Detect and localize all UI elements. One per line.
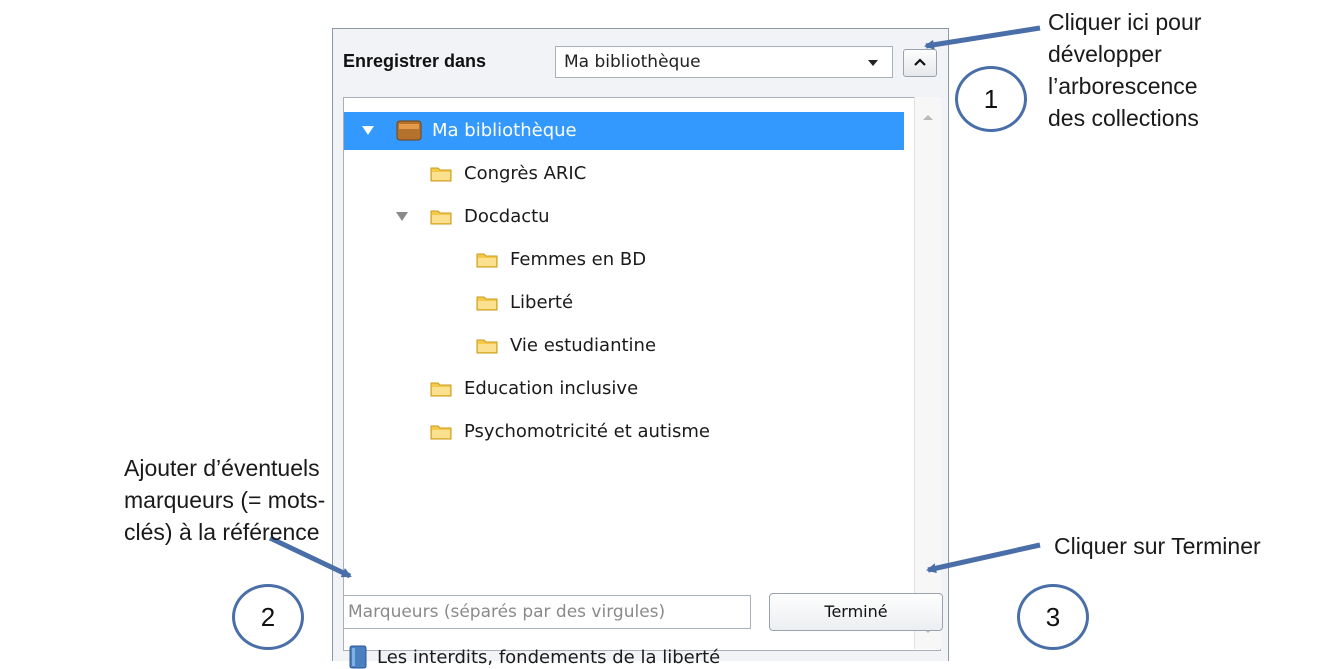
annotation-2-text: Ajouter d’éventuels marqueurs (= mots- c…	[124, 455, 326, 545]
annotation-2-number: 2	[232, 584, 304, 650]
annotation-1-number: 1	[955, 66, 1027, 132]
annotation-3-text: Cliquer sur Terminer	[1054, 533, 1261, 559]
arrow-to-expand-button	[924, 25, 1041, 50]
annotation-1-text: Cliquer ici pour développer l’arborescen…	[1048, 9, 1202, 131]
annotation-3-number: 3	[1017, 584, 1089, 650]
arrow-to-done-button	[926, 542, 1041, 574]
